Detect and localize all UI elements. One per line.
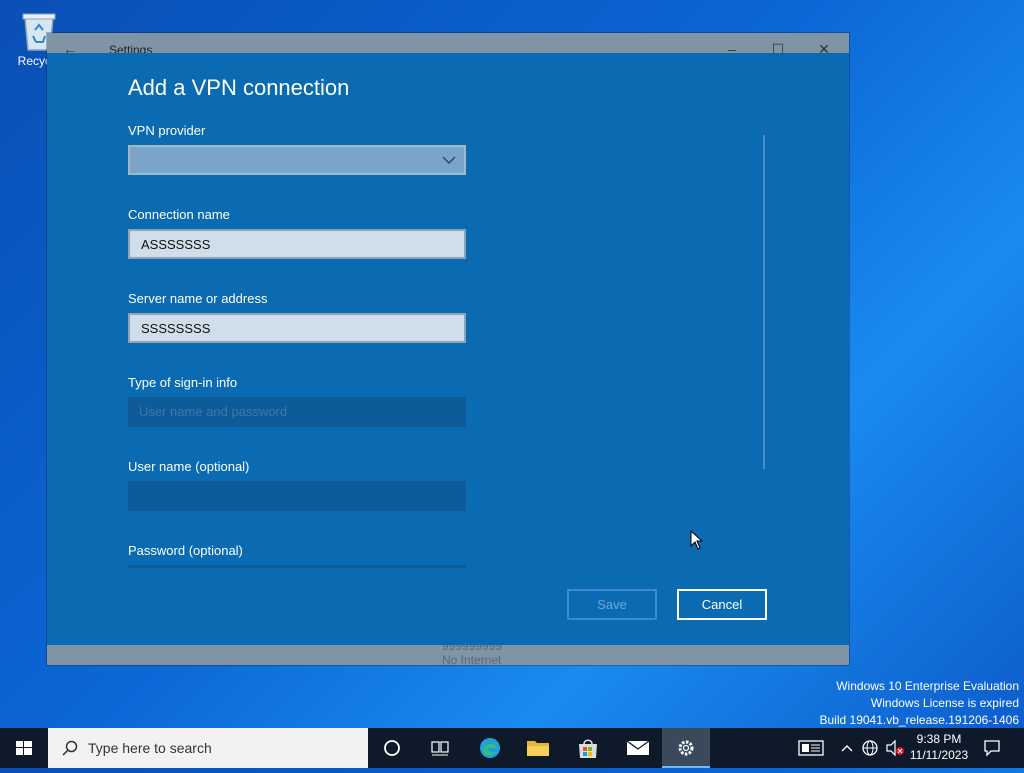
action-center-button[interactable]	[980, 728, 1004, 768]
taskbar-search-box[interactable]: Type here to search	[48, 728, 368, 768]
password-input[interactable]	[128, 565, 466, 568]
store-icon	[579, 739, 597, 758]
volume-button[interactable]	[884, 728, 906, 768]
chevron-up-icon	[841, 745, 853, 752]
username-label: User name (optional)	[128, 459, 250, 474]
search-icon	[62, 740, 78, 756]
cortana-icon	[384, 740, 400, 756]
signin-type-label: Type of sign-in info	[128, 375, 238, 390]
taskbar-clock[interactable]: 9:38 PM 11/11/2023	[905, 731, 973, 763]
edge-icon	[480, 738, 500, 758]
cortana-button[interactable]	[368, 728, 416, 768]
globe-network-icon	[862, 740, 878, 756]
vpn-provider-label: VPN provider	[128, 123, 206, 138]
search-placeholder: Type here to search	[88, 740, 212, 756]
settings-window: ← Settings – ☐ ✕ 999999999 No Internet A…	[47, 33, 849, 667]
username-input[interactable]	[128, 481, 466, 511]
clock-time: 9:38 PM	[916, 732, 962, 746]
cancel-button[interactable]: Cancel	[677, 589, 767, 620]
network-status: No Internet	[442, 653, 502, 667]
server-name-label: Server name or address	[128, 291, 268, 306]
save-button[interactable]: Save	[567, 589, 657, 620]
connection-name-label: Connection name	[128, 207, 230, 222]
settings-taskbar-button[interactable]	[662, 728, 710, 768]
tray-overflow-button[interactable]	[838, 728, 856, 768]
news-button[interactable]	[796, 728, 826, 768]
windows-watermark: Windows 10 Enterprise Evaluation Windows…	[820, 678, 1020, 729]
windows-logo-icon	[16, 741, 32, 755]
add-vpn-dialog: Add a VPN connection VPN provider Connec…	[47, 53, 849, 645]
settings-icon	[678, 740, 694, 756]
task-view-button[interactable]	[416, 728, 464, 768]
start-button[interactable]	[0, 728, 48, 768]
volume-muted-icon	[886, 739, 904, 757]
news-icon	[798, 740, 824, 756]
taskbar: Type here to search 9:38 PM 11/11/2023	[0, 728, 1024, 768]
edge-button[interactable]	[466, 728, 514, 768]
mail-button[interactable]	[614, 728, 662, 768]
watermark-edition: Windows 10 Enterprise Evaluation	[836, 679, 1019, 693]
server-name-input[interactable]: SSSSSSSS	[128, 313, 466, 343]
dialog-title: Add a VPN connection	[128, 75, 350, 100]
watermark-build: Build 19041.vb_release.191206-1406	[819, 713, 1020, 727]
signin-type-dropdown[interactable]: User name and password	[128, 397, 466, 427]
clock-date: 11/11/2023	[909, 748, 969, 762]
connection-name-input[interactable]: ASSSSSSS	[128, 229, 466, 259]
file-explorer-button[interactable]	[514, 728, 562, 768]
mail-icon	[626, 740, 650, 755]
notification-icon	[984, 740, 1000, 757]
store-button[interactable]	[564, 728, 612, 768]
chevron-down-icon	[442, 156, 456, 165]
watermark-license: Windows License is expired	[870, 696, 1019, 710]
mouse-cursor-icon	[690, 530, 704, 550]
vpn-provider-dropdown[interactable]	[128, 145, 466, 175]
network-button[interactable]	[860, 728, 880, 768]
dialog-scrollbar[interactable]	[763, 135, 765, 469]
task-view-icon	[431, 741, 449, 756]
file-explorer-icon	[527, 741, 549, 756]
password-label: Password (optional)	[128, 543, 243, 558]
